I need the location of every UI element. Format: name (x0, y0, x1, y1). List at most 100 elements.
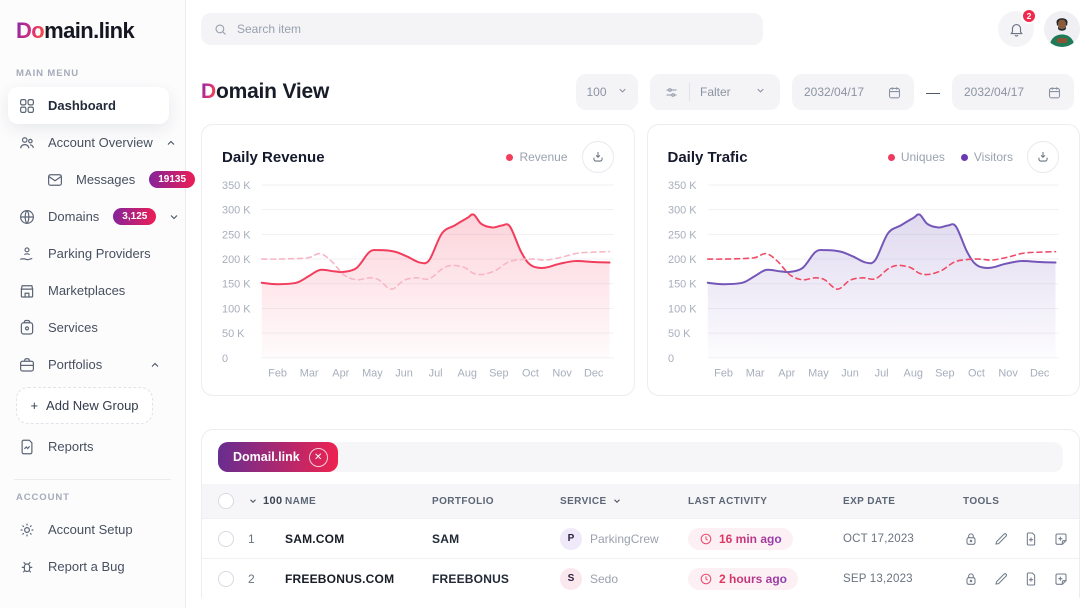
legend-item-uniques[interactable]: Uniques (888, 150, 945, 164)
service-initial-badge: S (560, 568, 582, 590)
row-count-dropdown[interactable]: 100 (248, 495, 285, 507)
svg-text:50 K: 50 K (222, 328, 245, 340)
domain-name: SAM.COM (285, 532, 432, 546)
row-checkbox[interactable] (218, 571, 234, 587)
briefcase-icon (18, 356, 36, 374)
legend-item-revenue[interactable]: Revenue (506, 150, 567, 164)
svg-text:300 K: 300 K (668, 205, 697, 217)
divider (689, 83, 690, 101)
chevron-down-icon (168, 211, 180, 223)
search-input[interactable] (237, 22, 751, 36)
legend-label: Revenue (519, 150, 567, 164)
sidebar-item-label: Messages (76, 172, 135, 187)
filter-tag-domail-link: Domail.link ✕ (218, 442, 338, 472)
topbar: 2 (201, 0, 1080, 56)
logo-rest: main.link (44, 18, 134, 43)
svg-text:Dec: Dec (1030, 368, 1050, 380)
svg-text:50 K: 50 K (668, 328, 691, 340)
date-from-picker[interactable]: 2032/04/17 (792, 74, 914, 110)
table-row: 1 SAM.COM SAM P ParkingCrew 16 min ago O… (202, 518, 1079, 558)
download-chart-button[interactable] (582, 141, 614, 173)
download-chart-button[interactable] (1027, 141, 1059, 173)
sidebar-item-label: Domains (48, 209, 99, 224)
last-activity-pill: 2 hours ago (688, 568, 798, 590)
sidebar-item-parking-providers[interactable]: Parking Providers (8, 235, 169, 272)
sidebar-item-report-a-bug[interactable]: Report a Bug (8, 548, 169, 585)
sidebar-item-domains[interactable]: Domains 3,125 (8, 198, 169, 235)
edit-icon[interactable] (993, 571, 1009, 587)
date-to-picker[interactable]: 2032/04/17 (952, 74, 1074, 110)
sidebar-item-marketplaces[interactable]: Marketplaces (8, 272, 169, 309)
svg-text:150 K: 150 K (668, 279, 697, 291)
exp-date: OCT 17,2023 (843, 533, 963, 545)
portfolio-name: FREEBONUS (432, 572, 560, 586)
user-avatar[interactable] (1044, 11, 1080, 47)
main-content: 2 Domain View 100 (186, 0, 1088, 608)
sidebar-item-portfolios[interactable]: Portfolios (8, 346, 169, 383)
sidebar-item-account-setup[interactable]: Account Setup (8, 511, 169, 548)
filter-dropdown[interactable]: Falter (650, 74, 780, 110)
svg-text:Mar: Mar (300, 368, 319, 380)
tools-cell (963, 531, 1079, 547)
add-file-icon[interactable] (1023, 531, 1039, 547)
lock-icon[interactable] (963, 531, 979, 547)
svg-text:Feb: Feb (714, 368, 733, 380)
app-window: Domain.link MAIN MENU Dashboard Account … (0, 0, 1088, 608)
svg-text:100 K: 100 K (222, 303, 251, 315)
sidebar-item-account-overview[interactable]: Account Overview (8, 124, 169, 161)
tools-cell (963, 571, 1079, 587)
chevron-down-icon (248, 496, 258, 506)
add-new-group-button[interactable]: + Add New Group (16, 387, 153, 424)
globe-icon (18, 208, 36, 226)
column-header-service[interactable]: SERVICE (560, 496, 688, 507)
add-note-icon[interactable] (1053, 531, 1069, 547)
select-all-checkbox[interactable] (218, 493, 234, 509)
svg-text:350 K: 350 K (222, 180, 251, 192)
legend-item-visitors[interactable]: Visitors (961, 150, 1013, 164)
lock-icon[interactable] (963, 571, 979, 587)
account-section-label: ACCOUNT (0, 492, 185, 503)
svg-text:Dec: Dec (584, 368, 604, 380)
edit-icon[interactable] (993, 531, 1009, 547)
add-note-icon[interactable] (1053, 571, 1069, 587)
page-size-select[interactable]: 100 (576, 74, 638, 110)
sidebar-item-services[interactable]: Services (8, 309, 169, 346)
chart-legend: Uniques Visitors (888, 150, 1013, 164)
sidebar-item-label: Report a Bug (48, 559, 125, 574)
daily-trafic-chart: 350 K300 K250 K200 K150 K100 K50 K0FebMa… (668, 177, 1060, 381)
calendar-icon (887, 85, 902, 100)
active-filters-bar: Domail.link ✕ (218, 442, 1063, 472)
chart-title: Daily Trafic (668, 149, 748, 166)
sidebar-item-dashboard[interactable]: Dashboard (8, 87, 169, 124)
svg-text:200 K: 200 K (668, 254, 697, 266)
date-to-value: 2032/04/17 (964, 85, 1024, 99)
download-icon (1036, 150, 1050, 164)
dashboard-grid-icon (18, 97, 36, 115)
svg-text:Jul: Jul (429, 368, 443, 380)
svg-text:100 K: 100 K (668, 303, 697, 315)
sidebar-item-reports[interactable]: Reports (8, 428, 169, 465)
exp-date: SEP 13,2023 (843, 573, 963, 585)
remove-filter-icon[interactable]: ✕ (309, 448, 328, 467)
avatar-image (1044, 11, 1080, 47)
app-logo: Domain.link (0, 18, 185, 44)
notifications-button[interactable]: 2 (998, 11, 1034, 47)
add-file-icon[interactable] (1023, 571, 1039, 587)
date-from-value: 2032/04/17 (804, 85, 864, 99)
sidebar: Domain.link MAIN MENU Dashboard Account … (0, 0, 186, 608)
column-header-label: SERVICE (560, 496, 607, 507)
sidebar-item-label: Reports (48, 439, 94, 454)
main-menu-section-label: MAIN MENU (0, 68, 185, 79)
svg-text:May: May (808, 368, 829, 380)
row-checkbox[interactable] (218, 531, 234, 547)
domains-table-card: Domail.link ✕ 100 NAME PORTFOLIO SERVICE… (201, 429, 1080, 598)
service-initial-badge: P (560, 528, 582, 550)
svg-text:Aug: Aug (458, 368, 477, 380)
last-activity-text: 2 hours ago (719, 572, 787, 586)
daily-trafic-card: Daily Trafic Uniques Visitors (647, 124, 1081, 396)
clock-icon (699, 572, 713, 586)
legend-label: Uniques (901, 150, 945, 164)
sliders-icon (664, 85, 679, 100)
service-cell: S Sedo (560, 568, 688, 590)
sidebar-item-messages[interactable]: Messages 19135 (8, 161, 169, 198)
